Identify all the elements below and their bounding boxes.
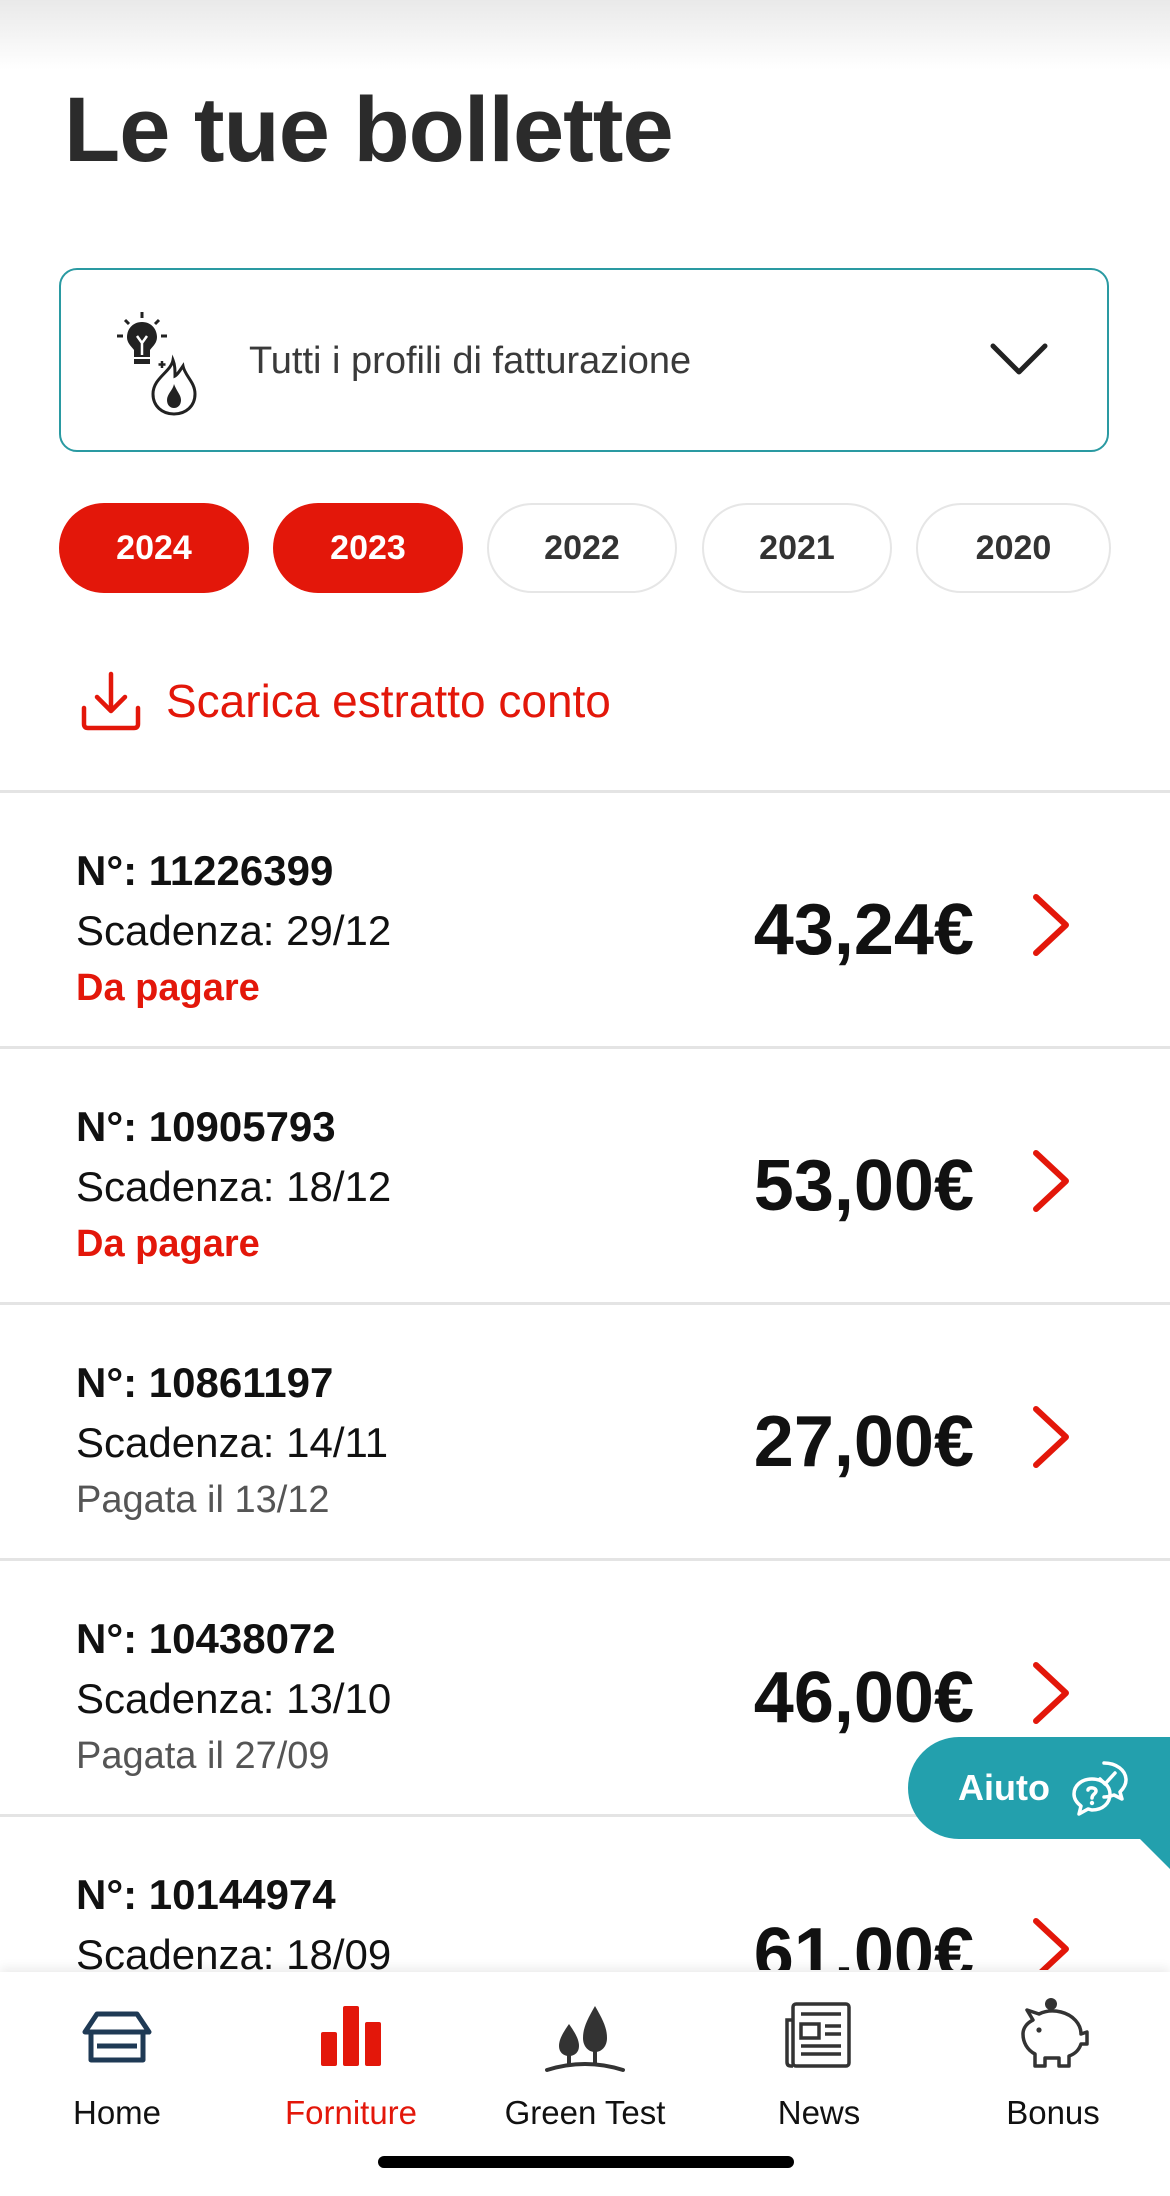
bill-number: N°: 10861197	[76, 1359, 334, 1406]
bill-status: Da pagare	[76, 967, 260, 1009]
year-filter-2022[interactable]: 2022	[487, 503, 677, 593]
chevron-right-icon	[1033, 1662, 1069, 1724]
bill-amount: 43,24€	[753, 890, 974, 970]
chevron-right-icon	[1033, 1150, 1069, 1212]
bill-due-date: Scadenza: 14/11	[76, 1419, 389, 1466]
help-button[interactable]: Aiuto	[908, 1737, 1170, 1869]
chevron-down-icon	[990, 343, 1048, 375]
nav-green-test[interactable]: Green Test	[468, 1972, 702, 2162]
year-filter-2020[interactable]: 2020	[916, 503, 1111, 593]
download-statement-label: Scarica estratto conto	[166, 675, 611, 727]
nav-forniture-label: Forniture	[284, 2094, 418, 2131]
bill-due-date: Scadenza: 29/12	[76, 907, 392, 954]
bill-amount: 27,00€	[753, 1402, 974, 1482]
billing-profile-label: Tutti i profili di fatturazione	[249, 340, 692, 382]
bill-number: N°: 10144974	[76, 1871, 336, 1918]
bill-row[interactable]: N°: 11226399 Scadenza: 29/12 Da pagare 4…	[0, 790, 1170, 1046]
bill-due-date: Scadenza: 13/10	[76, 1675, 392, 1722]
page-title: Le tue bollette	[64, 79, 674, 181]
nav-news-label: News	[777, 2094, 861, 2131]
home-indicator	[378, 2156, 794, 2168]
year-filter-2023[interactable]: 2023	[273, 503, 463, 593]
download-icon	[81, 671, 141, 731]
home-icon	[82, 2011, 152, 2063]
nav-bonus-label: Bonus	[1006, 2094, 1100, 2131]
bill-due-date: Scadenza: 18/12	[76, 1163, 392, 1210]
year-filter-2024[interactable]: 2024	[59, 503, 249, 593]
bill-status: Da pagare	[76, 1223, 260, 1265]
nav-home-label: Home	[72, 2094, 162, 2131]
bill-status: Pagata il 13/12	[76, 1479, 330, 1521]
billing-profile-dropdown[interactable]: Tutti i profili di fatturazione	[59, 268, 1109, 452]
bill-status: Pagata il 27/09	[76, 1735, 330, 1777]
bill-row[interactable]: N°: 10861197 Scadenza: 14/11 Pagata il 1…	[0, 1302, 1170, 1558]
chevron-right-icon	[1033, 1406, 1069, 1468]
piggy-bank-icon	[1021, 1998, 1089, 2068]
nav-green-test-label: Green Test	[504, 2094, 666, 2131]
bill-amount: 61,00€	[753, 1914, 974, 1970]
nav-bonus[interactable]: Bonus	[936, 1972, 1170, 2162]
bar-chart-icon	[321, 2006, 381, 2066]
nav-home[interactable]: Home	[0, 1972, 234, 2162]
chevron-right-icon	[1033, 1918, 1069, 1970]
nav-news[interactable]: News	[702, 1972, 936, 2162]
chat-help-icon	[1072, 1761, 1128, 1816]
bill-amount: 53,00€	[753, 1146, 974, 1226]
chevron-right-icon	[1033, 894, 1069, 956]
bill-number: N°: 10905793	[76, 1103, 336, 1150]
bill-row[interactable]: N°: 10905793 Scadenza: 18/12 Da pagare 5…	[0, 1046, 1170, 1302]
bill-due-date: Scadenza: 18/09	[76, 1931, 392, 1970]
year-filter-2021[interactable]: 2021	[702, 503, 892, 593]
status-bar-area	[0, 0, 1170, 70]
nav-forniture[interactable]: Forniture	[234, 1972, 468, 2162]
electricity-gas-icon	[117, 312, 197, 416]
help-button-label: Aiuto	[958, 1767, 1050, 1808]
trees-icon	[545, 2006, 625, 2072]
newspaper-icon	[785, 2002, 851, 2068]
bill-amount: 46,00€	[753, 1658, 974, 1738]
bill-number: N°: 10438072	[76, 1615, 336, 1662]
download-statement-link[interactable]: Scarica estratto conto	[78, 665, 611, 737]
bill-number: N°: 11226399	[76, 847, 334, 894]
